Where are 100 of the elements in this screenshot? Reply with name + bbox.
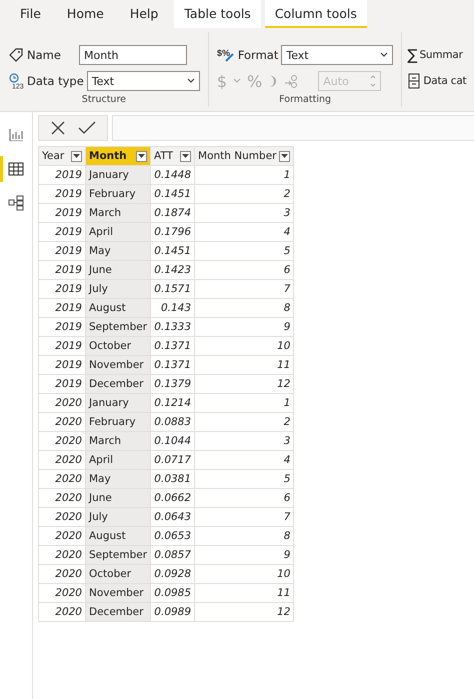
menu-tab[interactable]: Help bbox=[120, 0, 168, 28]
menu-tab[interactable]: Column tools bbox=[264, 0, 367, 28]
table-cell: 0.1451 bbox=[150, 184, 195, 204]
table-cell: 1 bbox=[194, 166, 294, 184]
table-cell: 2020 bbox=[38, 450, 86, 470]
table-cell: 2019 bbox=[38, 336, 86, 356]
table-cell: 0.0381 bbox=[150, 470, 195, 488]
table-cell: 2019 bbox=[38, 356, 86, 374]
table-cell: 2020 bbox=[38, 584, 86, 602]
table-cell: 2020 bbox=[38, 432, 86, 450]
table-cell: 0.1796 bbox=[150, 222, 195, 242]
table-cell: November bbox=[86, 584, 151, 602]
chevron-down-icon bbox=[380, 52, 388, 58]
table-cell: March bbox=[86, 432, 151, 450]
table-cell: 2019 bbox=[38, 298, 86, 318]
chevron-down-icon bbox=[186, 78, 195, 84]
table-cell: 0.0662 bbox=[150, 488, 195, 508]
group-label: Formatting bbox=[278, 94, 332, 105]
table-cell: 2 bbox=[194, 184, 294, 204]
table-cell: March bbox=[86, 204, 151, 222]
table-cell: August bbox=[86, 526, 151, 546]
table-cell: 12 bbox=[194, 374, 294, 394]
checkmark-icon[interactable] bbox=[78, 121, 96, 135]
table-cell: September bbox=[86, 318, 151, 336]
table-cell: 0.0717 bbox=[150, 450, 195, 470]
table-cell: August bbox=[86, 298, 151, 318]
table-cell: 2019 bbox=[38, 166, 86, 184]
table-cell: 10 bbox=[194, 564, 294, 584]
table-cell: July bbox=[86, 280, 151, 298]
table-cell: 0.1571 bbox=[150, 280, 195, 298]
table-cell: 0.0883 bbox=[150, 412, 195, 432]
data-category-label[interactable]: Data cat bbox=[423, 75, 466, 87]
menu-tab[interactable]: Home bbox=[56, 0, 114, 28]
menu-tab[interactable]: Table tools bbox=[174, 0, 261, 28]
table-cell: 2020 bbox=[38, 602, 86, 622]
table-cell: 0.0857 bbox=[150, 546, 195, 564]
table-cell: 0.0928 bbox=[150, 564, 195, 584]
table-cell: October bbox=[86, 336, 151, 356]
data-type-label: Data type bbox=[27, 74, 84, 88]
sigma-icon: ∑ bbox=[407, 46, 418, 64]
table-cell: September bbox=[86, 546, 151, 564]
table-cell: February bbox=[86, 412, 151, 432]
column-header[interactable]: Month bbox=[86, 146, 151, 166]
menu-tab[interactable]: File bbox=[10, 0, 51, 28]
table-cell: 2019 bbox=[38, 374, 86, 394]
table-cell: 0.1379 bbox=[150, 374, 195, 394]
format-dropdown[interactable]: Text bbox=[281, 45, 394, 65]
model-icon bbox=[8, 195, 24, 211]
table-cell: 0.1371 bbox=[150, 356, 195, 374]
table-cell: 2020 bbox=[38, 546, 86, 564]
table-cell: 2020 bbox=[38, 526, 86, 546]
cancel-icon[interactable] bbox=[50, 120, 66, 136]
table-cell: 2019 bbox=[38, 318, 86, 336]
table-icon bbox=[8, 162, 24, 176]
formula-field[interactable] bbox=[112, 115, 474, 141]
bar-chart-icon bbox=[9, 129, 23, 141]
group-label: Structure bbox=[80, 94, 127, 105]
table-cell: 0.1044 bbox=[150, 432, 195, 450]
table-cell: 3 bbox=[194, 204, 294, 222]
table-cell: May bbox=[86, 242, 151, 260]
table-cell: 2020 bbox=[38, 394, 86, 412]
table-cell: 2019 bbox=[38, 280, 86, 298]
table-cell: 0.1423 bbox=[150, 260, 195, 280]
filter-dropdown-icon[interactable] bbox=[180, 150, 192, 162]
column-header[interactable]: ATT bbox=[150, 146, 195, 166]
table-cell: 0.0653 bbox=[150, 526, 195, 546]
filter-dropdown-icon[interactable] bbox=[136, 150, 148, 162]
table-cell: 2020 bbox=[38, 470, 86, 488]
name-field[interactable]: Month bbox=[79, 45, 187, 65]
table-cell: 0.0989 bbox=[150, 602, 195, 622]
table-cell: 6 bbox=[194, 488, 294, 508]
table-cell: June bbox=[86, 260, 151, 280]
table-cell: 6 bbox=[194, 260, 294, 280]
column-header[interactable]: Year bbox=[38, 146, 86, 166]
table-cell: 2019 bbox=[38, 260, 86, 280]
table-cell: 9 bbox=[194, 318, 294, 336]
filter-dropdown-icon[interactable] bbox=[71, 150, 82, 162]
filter-dropdown-icon[interactable] bbox=[279, 150, 290, 162]
tag-icon bbox=[8, 47, 24, 63]
table-cell: 0.1371 bbox=[150, 336, 195, 356]
table-cell: 2019 bbox=[38, 204, 86, 222]
table-cell: 12 bbox=[194, 602, 294, 622]
table-cell: 5 bbox=[194, 470, 294, 488]
table-cell: 0.1448 bbox=[150, 166, 195, 184]
table-cell: 2 bbox=[194, 412, 294, 432]
table-cell: 5 bbox=[194, 242, 294, 260]
caret-icon bbox=[233, 78, 241, 84]
table-cell: 0.1333 bbox=[150, 318, 195, 336]
table-cell: 0.0985 bbox=[150, 584, 195, 602]
table-cell: 2019 bbox=[38, 184, 86, 204]
table-cell: May bbox=[86, 470, 151, 488]
table-cell: April bbox=[86, 222, 151, 242]
table-cell: December bbox=[86, 374, 151, 394]
table-cell: 8 bbox=[194, 526, 294, 546]
data-type-dropdown[interactable]: Text bbox=[86, 71, 200, 91]
table-cell: October bbox=[86, 564, 151, 584]
table-cell: 2019 bbox=[38, 242, 86, 260]
table-cell: 11 bbox=[194, 584, 294, 602]
column-header[interactable]: Month Number bbox=[194, 146, 294, 166]
summarization-label[interactable]: Summar bbox=[419, 49, 463, 61]
